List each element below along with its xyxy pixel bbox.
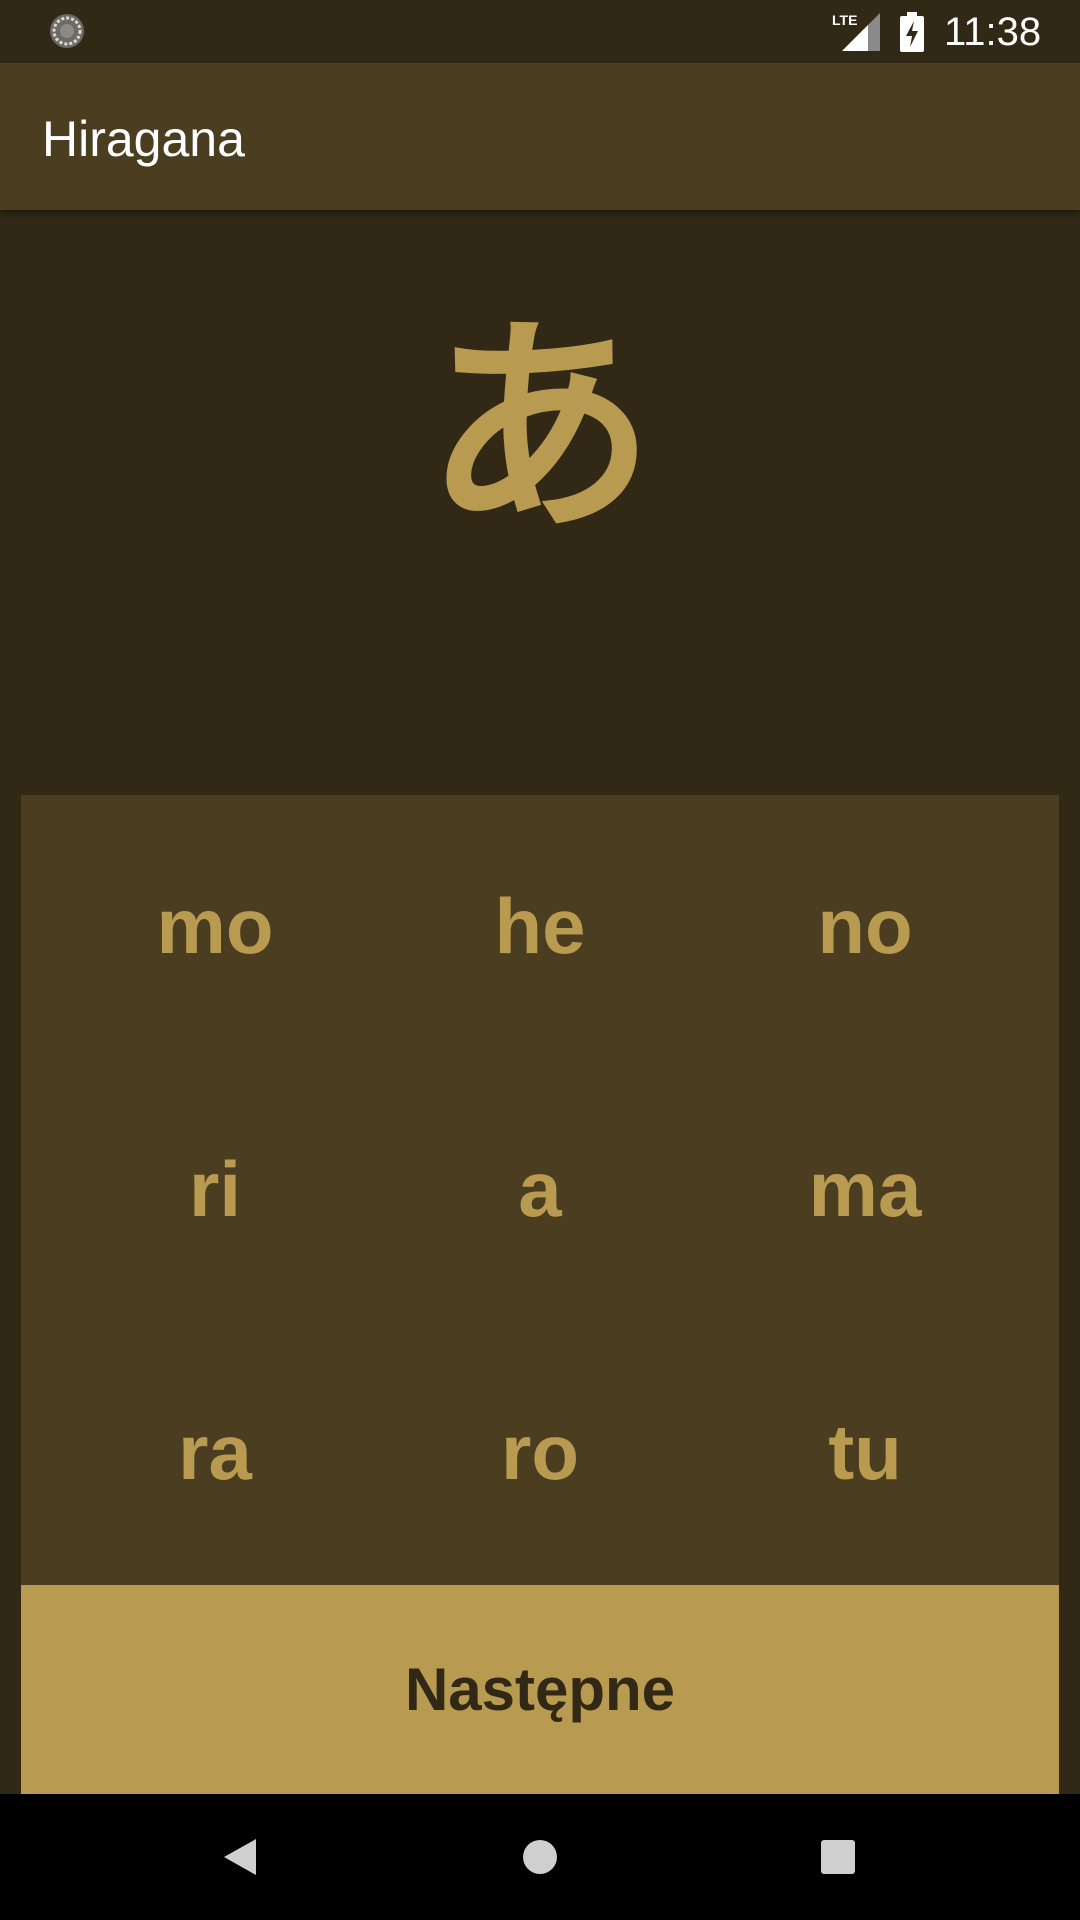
screen: LTE 11:38 Hiragana あ mo he no ri a ma ra…	[0, 0, 1080, 1920]
answer-option[interactable]: he	[367, 795, 713, 1058]
network-label: LTE	[832, 12, 857, 28]
answer-option[interactable]: ra	[42, 1321, 388, 1584]
battery-charging-icon	[900, 12, 924, 52]
answer-option[interactable]: tu	[692, 1321, 1038, 1584]
home-icon[interactable]	[510, 1827, 570, 1887]
sync-icon	[50, 14, 84, 48]
app-title: Hiragana	[42, 111, 245, 167]
answer-option[interactable]: ma	[692, 1058, 1038, 1321]
status-bar: LTE 11:38	[0, 0, 1080, 63]
answer-option[interactable]: ro	[367, 1321, 713, 1584]
question-kana: あ	[424, 296, 655, 563]
app-bar: Hiragana	[0, 63, 1080, 210]
answer-grid: mo he no ri a ma ra ro tu	[21, 795, 1059, 1585]
navigation-bar	[0, 1794, 1080, 1920]
back-icon[interactable]	[210, 1827, 270, 1887]
status-time: 11:38	[944, 10, 1042, 54]
answer-option[interactable]: a	[367, 1058, 713, 1321]
next-button[interactable]: Następne	[21, 1585, 1059, 1794]
answer-option[interactable]: ri	[42, 1058, 388, 1321]
recents-icon[interactable]	[808, 1827, 868, 1887]
lte-signal-icon: LTE	[832, 12, 880, 51]
answer-option[interactable]: no	[692, 795, 1038, 1058]
answer-option[interactable]: mo	[42, 795, 388, 1058]
